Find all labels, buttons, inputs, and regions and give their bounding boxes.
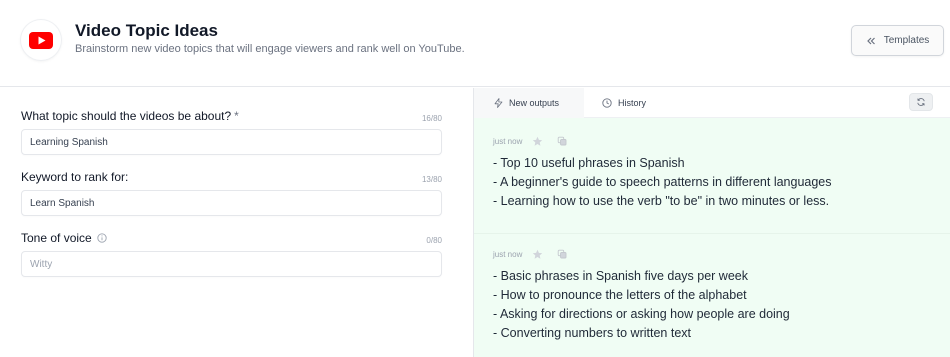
- lightning-icon: [494, 98, 503, 108]
- output-line: - Asking for directions or asking how pe…: [493, 307, 790, 321]
- tone-input[interactable]: [21, 251, 442, 277]
- output-card: just now - Basic phrases in Spanish five…: [493, 247, 933, 340]
- output-line: - Converting numbers to written text: [493, 326, 691, 340]
- output-tabs: New outputs History: [474, 88, 950, 118]
- outputs-area: just now - Top 10 useful phrases in Span…: [474, 118, 950, 357]
- tab-new-outputs-label: New outputs: [509, 98, 560, 108]
- star-icon[interactable]: [532, 249, 543, 260]
- tab-history[interactable]: History: [602, 88, 646, 118]
- copy-icon[interactable]: [557, 136, 567, 146]
- keyword-input[interactable]: [21, 190, 442, 216]
- page-header: Video Topic Ideas Brainstorm new video t…: [0, 0, 950, 87]
- output-timestamp: just now: [493, 136, 523, 146]
- output-separator: [474, 233, 950, 234]
- tone-label-text: Tone of voice: [21, 231, 92, 245]
- output-line: - Basic phrases in Spanish five days per…: [493, 269, 748, 283]
- topic-input[interactable]: [21, 129, 442, 155]
- output-line: - Learning how to use the verb "to be" i…: [493, 194, 830, 208]
- required-mark: *: [234, 109, 239, 123]
- output-timestamp: just now: [493, 249, 523, 259]
- topic-label-text: What topic should the videos be about?: [21, 109, 232, 123]
- info-icon[interactable]: [97, 233, 107, 243]
- templates-button-label: Templates: [883, 35, 930, 46]
- tab-new-outputs[interactable]: New outputs: [474, 88, 584, 118]
- keyword-label: Keyword to rank for:: [21, 170, 129, 184]
- output-text: - Top 10 useful phrases in Spanish - A b…: [493, 154, 832, 211]
- page-subtitle: Brainstorm new video topics that will en…: [75, 43, 465, 55]
- star-icon[interactable]: [532, 136, 543, 147]
- output-meta: just now: [493, 247, 933, 261]
- clock-icon: [602, 98, 612, 108]
- tab-history-label: History: [618, 98, 647, 108]
- copy-icon[interactable]: [557, 249, 567, 259]
- output-line: - Top 10 useful phrases in Spanish: [493, 156, 685, 170]
- templates-button[interactable]: Templates: [851, 25, 944, 56]
- output-card: just now - Top 10 useful phrases in Span…: [493, 134, 933, 208]
- output-meta: just now: [493, 134, 933, 148]
- keyword-char-counter: 13/80: [421, 175, 442, 184]
- regenerate-button[interactable]: [909, 93, 933, 111]
- output-line: - How to pronounce the letters of the al…: [493, 288, 747, 302]
- chevrons-left-icon: [866, 37, 875, 44]
- output-line: - A beginner's guide to speech patterns …: [493, 175, 832, 189]
- page-title: Video Topic Ideas: [75, 21, 218, 40]
- app-logo: [21, 20, 61, 60]
- tone-label: Tone of voice: [21, 231, 107, 245]
- youtube-logo-icon: [29, 31, 53, 49]
- tone-char-counter: 0/80: [426, 236, 442, 245]
- refresh-icon: [917, 98, 925, 106]
- topic-char-counter: 16/80: [421, 114, 442, 123]
- output-text: - Basic phrases in Spanish five days per…: [493, 267, 790, 343]
- topic-label: What topic should the videos be about? *: [21, 109, 239, 123]
